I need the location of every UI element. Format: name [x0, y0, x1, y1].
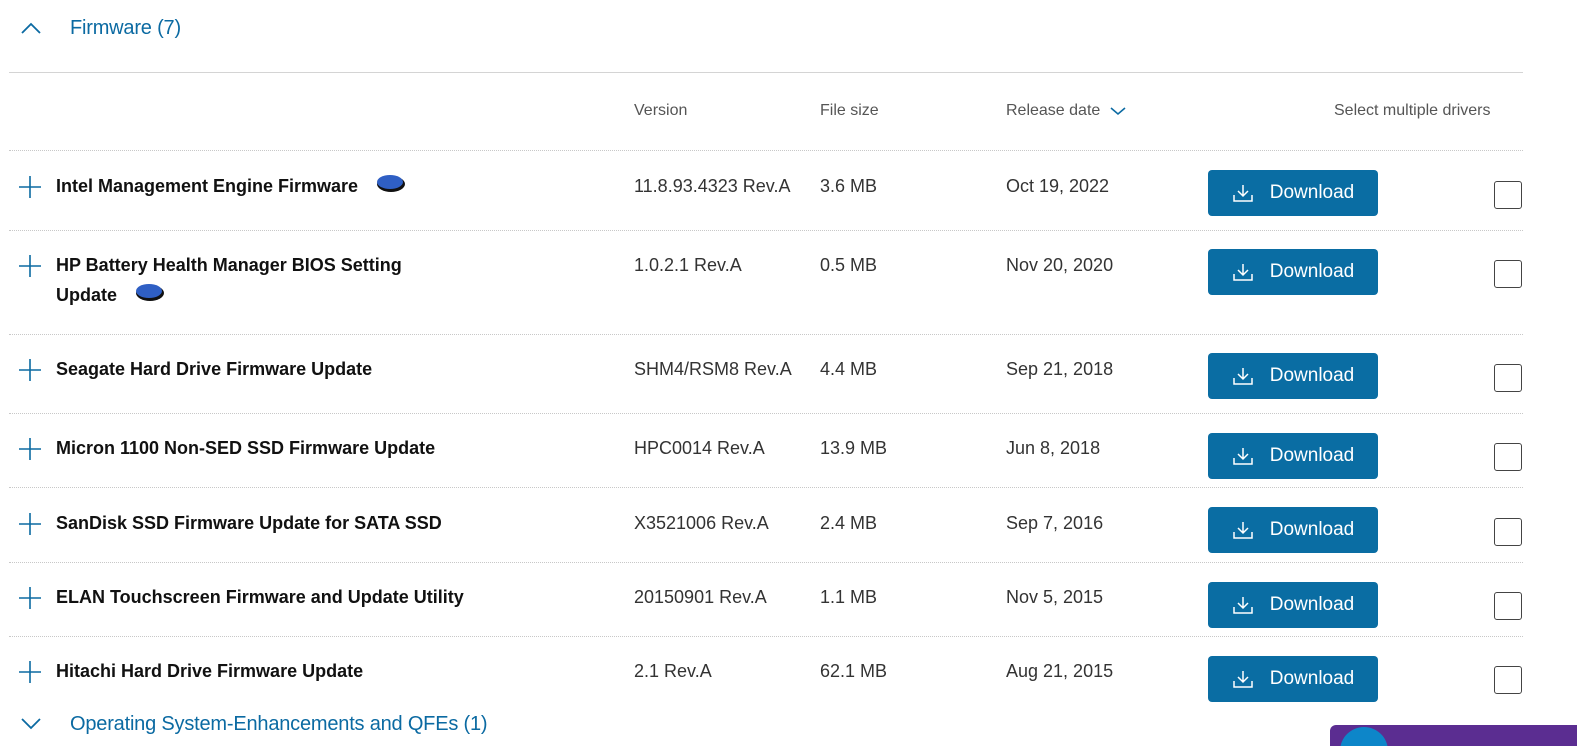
- column-header-file-size: File size: [820, 102, 879, 119]
- download-icon: [1233, 597, 1253, 614]
- release-date-value: Jun 8, 2018: [1006, 438, 1101, 458]
- file-size-value: 13.9 MB: [820, 438, 888, 458]
- file-size-value: 62.1 MB: [820, 661, 888, 681]
- release-date-value: Nov 20, 2020: [1006, 255, 1114, 275]
- driver-name: SanDisk SSD Firmware Update for SATA SSD: [56, 513, 442, 533]
- file-size-value: 0.5 MB: [820, 255, 878, 275]
- blue-oval-badge-icon: [375, 172, 407, 203]
- firmware-section-title: Firmware (7): [70, 16, 181, 39]
- chat-widget-icon: [1340, 727, 1388, 746]
- driver-name: Intel Management Engine Firmware: [56, 171, 456, 203]
- row-divider: [9, 334, 1523, 335]
- download-icon: [1233, 448, 1253, 465]
- driver-name-text-line2: Update: [56, 285, 118, 305]
- plus-icon[interactable]: [19, 255, 41, 277]
- select-checkbox[interactable]: [1494, 518, 1522, 546]
- version-value: 11.8.93.4323 Rev.A: [634, 176, 791, 196]
- download-button[interactable]: Download: [1208, 507, 1378, 553]
- column-header-select-multiple: Select multiple drivers: [1334, 102, 1491, 119]
- download-icon: [1233, 522, 1253, 539]
- column-header-release-date[interactable]: Release date: [1006, 102, 1126, 120]
- download-label: Download: [1269, 261, 1355, 282]
- file-size-value: 2.4 MB: [820, 513, 878, 533]
- download-icon: [1233, 264, 1253, 281]
- chevron-down-icon: [18, 711, 44, 737]
- version-value: 1.0.2.1 Rev.A: [634, 255, 742, 275]
- row-divider: [9, 150, 1523, 151]
- section-divider: [9, 72, 1523, 73]
- download-button[interactable]: Download: [1208, 582, 1378, 628]
- download-label: Download: [1269, 182, 1355, 203]
- chat-widget[interactable]: [1330, 725, 1577, 746]
- plus-icon[interactable]: [19, 438, 41, 460]
- plus-icon[interactable]: [19, 587, 41, 609]
- driver-name: HP Battery Health Manager BIOS Setting U…: [56, 250, 456, 312]
- os-section-toggle[interactable]: Operating System-Enhancements and QFEs (…: [18, 711, 488, 737]
- select-checkbox[interactable]: [1494, 443, 1522, 471]
- download-label: Download: [1269, 668, 1355, 689]
- release-date-value: Oct 19, 2022: [1006, 176, 1110, 196]
- driver-name: Seagate Hard Drive Firmware Update: [56, 359, 373, 379]
- download-button[interactable]: Download: [1208, 353, 1378, 399]
- download-label: Download: [1269, 519, 1355, 540]
- download-label: Download: [1269, 365, 1355, 386]
- row-divider: [9, 636, 1523, 637]
- download-button[interactable]: Download: [1208, 249, 1378, 295]
- plus-icon[interactable]: [19, 359, 41, 381]
- release-date-label: Release date: [1006, 102, 1101, 119]
- blue-oval-badge-icon: [134, 281, 166, 312]
- download-button[interactable]: Download: [1208, 656, 1378, 702]
- version-value: X3521006 Rev.A: [634, 513, 769, 533]
- file-size-value: 1.1 MB: [820, 587, 878, 607]
- release-date-value: Aug 21, 2015: [1006, 661, 1114, 681]
- download-icon: [1233, 368, 1253, 385]
- download-label: Download: [1269, 594, 1355, 615]
- row-divider: [9, 230, 1523, 231]
- download-label: Download: [1269, 445, 1355, 466]
- driver-name: Micron 1100 Non-SED SSD Firmware Update: [56, 438, 436, 458]
- driver-name: Hitachi Hard Drive Firmware Update: [56, 661, 364, 681]
- firmware-section-toggle[interactable]: Firmware (7): [18, 15, 181, 41]
- download-button[interactable]: Download: [1208, 170, 1378, 216]
- row-divider: [9, 487, 1523, 488]
- sort-chevron-down-icon: [1110, 106, 1126, 116]
- select-checkbox[interactable]: [1494, 181, 1522, 209]
- release-date-value: Sep 7, 2016: [1006, 513, 1104, 533]
- file-size-value: 4.4 MB: [820, 359, 878, 379]
- select-checkbox[interactable]: [1494, 260, 1522, 288]
- column-header-version: Version: [634, 102, 688, 119]
- driver-name-text: HP Battery Health Manager BIOS Setting: [56, 255, 402, 275]
- os-section-title: Operating System-Enhancements and QFEs (…: [70, 712, 488, 735]
- download-button[interactable]: Download: [1208, 433, 1378, 479]
- plus-icon[interactable]: [19, 661, 41, 683]
- release-date-value: Sep 21, 2018: [1006, 359, 1114, 379]
- download-icon: [1233, 185, 1253, 202]
- select-checkbox[interactable]: [1494, 666, 1522, 694]
- plus-icon[interactable]: [19, 513, 41, 535]
- file-size-value: 3.6 MB: [820, 176, 878, 196]
- row-divider: [9, 562, 1523, 563]
- release-date-value: Nov 5, 2015: [1006, 587, 1104, 607]
- version-value: SHM4/RSM8 Rev.A: [634, 359, 792, 379]
- select-checkbox[interactable]: [1494, 364, 1522, 392]
- plus-icon[interactable]: [19, 176, 41, 198]
- version-value: HPC0014 Rev.A: [634, 438, 765, 458]
- select-checkbox[interactable]: [1494, 592, 1522, 620]
- download-icon: [1233, 671, 1253, 688]
- version-value: 20150901 Rev.A: [634, 587, 767, 607]
- version-value: 2.1 Rev.A: [634, 661, 712, 681]
- driver-name: ELAN Touchscreen Firmware and Update Uti…: [56, 587, 464, 607]
- chevron-up-icon: [18, 15, 44, 41]
- row-divider: [9, 413, 1523, 414]
- driver-name-text: Intel Management Engine Firmware: [56, 176, 359, 196]
